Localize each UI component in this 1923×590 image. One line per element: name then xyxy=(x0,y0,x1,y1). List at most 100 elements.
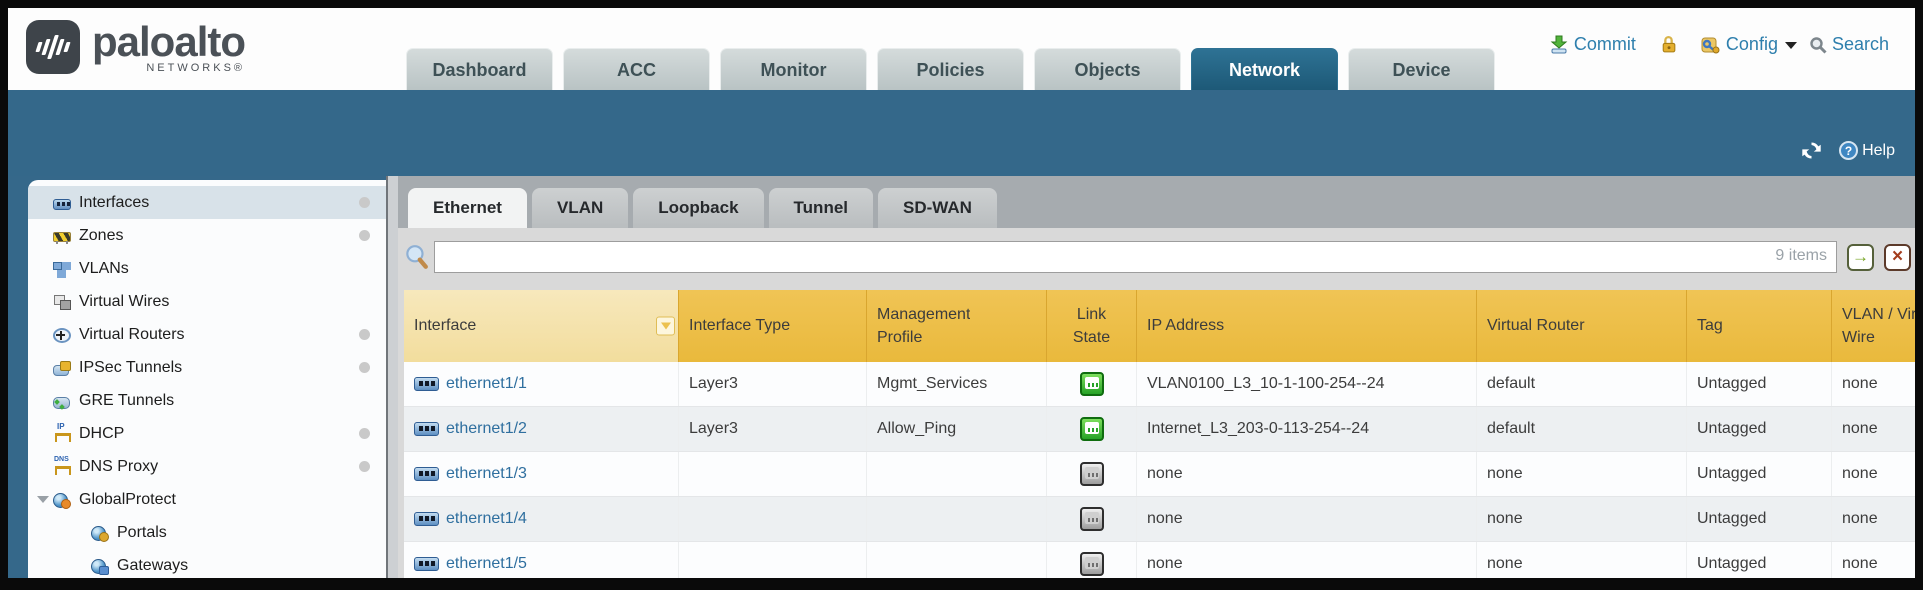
tab-dashboard[interactable]: Dashboard xyxy=(406,48,553,90)
column-header-ip-address[interactable]: IP Address xyxy=(1137,290,1477,362)
ip-address-cell: VLAN0100_L3_10-1-100-254--24 xyxy=(1137,362,1477,406)
interface-type-cell xyxy=(679,452,867,496)
column-header-interface[interactable]: Interface xyxy=(404,290,679,362)
top-actions: Commit Config Search xyxy=(1549,34,1889,55)
sidebar-item-portals[interactable]: Portals xyxy=(28,516,386,549)
column-header-virtual-router[interactable]: Virtual Router xyxy=(1477,290,1687,362)
tab-network[interactable]: Network xyxy=(1191,48,1338,90)
interface-type-cell: Layer3 xyxy=(679,362,867,406)
sidebar-resizer[interactable] xyxy=(386,176,398,578)
commit-button[interactable]: Commit xyxy=(1549,34,1636,55)
dns-proxy-icon xyxy=(53,459,71,475)
search-button[interactable]: Search xyxy=(1809,34,1889,55)
interface-link[interactable]: ethernet1/2 xyxy=(446,420,527,438)
vlans-icon xyxy=(53,261,71,277)
management-profile-cell: Allow_Ping xyxy=(867,407,1047,451)
link-state-cell xyxy=(1047,452,1137,496)
interface-subtabs: EthernetVLANLoopbackTunnelSD-WAN xyxy=(398,176,1915,228)
ip-address-cell: Internet_L3_203-0-113-254--24 xyxy=(1137,407,1477,451)
subtab-sd-wan[interactable]: SD-WAN xyxy=(878,188,997,228)
sidebar-item-dhcp[interactable]: DHCP xyxy=(28,417,386,450)
sidebar-item-gre-tunnels[interactable]: GRE Tunnels xyxy=(28,384,386,417)
subtab-tunnel[interactable]: Tunnel xyxy=(769,188,873,228)
table-row[interactable]: ethernet1/2 Layer3Allow_Ping Internet_L3_2… xyxy=(404,407,1915,452)
sort-dropdown-button[interactable] xyxy=(656,317,675,336)
lock-icon[interactable] xyxy=(1660,35,1677,54)
vlan-wire-cell: none xyxy=(1832,452,1915,496)
link-state-cell xyxy=(1047,542,1137,578)
column-header-label: Interface xyxy=(414,314,476,337)
subtab-ethernet[interactable]: Ethernet xyxy=(408,188,527,228)
interface-cell: ethernet1/5 xyxy=(404,542,679,578)
tab-policies[interactable]: Policies xyxy=(877,48,1024,90)
subtab-vlan[interactable]: VLAN xyxy=(532,188,628,228)
management-profile-cell xyxy=(867,452,1047,496)
search-icon xyxy=(1809,36,1827,54)
tab-monitor[interactable]: Monitor xyxy=(720,48,867,90)
interface-cell: ethernet1/3 xyxy=(404,452,679,496)
column-header-vlan-virtual-wire[interactable]: VLAN / Virtual Wire xyxy=(1832,290,1915,362)
table-header-row: Interface Interface TypeManagement Profil… xyxy=(404,290,1915,362)
interface-cell: ethernet1/2 xyxy=(404,407,679,451)
expander-spacer xyxy=(36,328,50,341)
help-button[interactable]: ? Help xyxy=(1839,141,1895,160)
interface-link[interactable]: ethernet1/5 xyxy=(446,555,527,573)
interface-type-cell: Layer3 xyxy=(679,407,867,451)
tab-objects[interactable]: Objects xyxy=(1034,48,1181,90)
expander-spacer xyxy=(36,295,50,308)
virtual-wires-icon xyxy=(53,294,71,310)
column-header-label: Tag xyxy=(1697,314,1723,337)
link-state-cell xyxy=(1047,497,1137,541)
filter-input[interactable] xyxy=(434,241,1837,273)
interface-link[interactable]: ethernet1/3 xyxy=(446,465,527,483)
sidebar-item-globalprotect[interactable]: GlobalProtect xyxy=(28,483,386,516)
column-header-label: Virtual Router xyxy=(1487,314,1585,337)
commit-label: Commit xyxy=(1574,34,1636,55)
interface-link[interactable]: ethernet1/1 xyxy=(446,375,527,393)
table-row[interactable]: ethernet1/5nonenoneUntaggednone xyxy=(404,542,1915,578)
sort-caret-icon xyxy=(661,323,671,330)
tab-device[interactable]: Device xyxy=(1348,48,1495,90)
sidebar-item-label: VLANs xyxy=(79,260,129,278)
expander-spacer xyxy=(36,427,50,440)
link-down-icon xyxy=(1080,462,1104,486)
sidebar-item-zones[interactable]: Zones xyxy=(28,219,386,252)
sidebar-item-interfaces[interactable]: Interfaces xyxy=(28,186,386,219)
apply-filter-button[interactable]: → xyxy=(1847,244,1874,271)
clear-filter-button[interactable]: × xyxy=(1884,244,1911,271)
refresh-icon[interactable] xyxy=(1800,139,1823,162)
teal-banner: ? Help xyxy=(8,90,1915,176)
tab-acc[interactable]: ACC xyxy=(563,48,710,90)
status-dot xyxy=(359,230,370,241)
table-row[interactable]: ethernet1/1 Layer3Mgmt_Services VLAN0100_L… xyxy=(404,362,1915,407)
tag-cell: Untagged xyxy=(1687,362,1832,406)
sidebar-item-virtual-wires[interactable]: Virtual Wires xyxy=(28,285,386,318)
column-header-label: IP Address xyxy=(1147,314,1224,337)
column-header-tag[interactable]: Tag xyxy=(1687,290,1832,362)
column-header-management-profile[interactable]: Management Profile xyxy=(867,290,1047,362)
sidebar-item-dns-proxy[interactable]: DNS Proxy xyxy=(28,450,386,483)
virtual-router-cell: default xyxy=(1477,362,1687,406)
gateways-icon xyxy=(91,558,109,574)
table-row[interactable]: ethernet1/3nonenoneUntaggednone xyxy=(404,452,1915,497)
interface-cell: ethernet1/4 xyxy=(404,497,679,541)
management-profile-cell xyxy=(867,542,1047,578)
expander-icon[interactable] xyxy=(36,493,50,506)
dhcp-icon xyxy=(53,426,71,442)
table-row[interactable]: ethernet1/4nonenoneUntaggednone xyxy=(404,497,1915,542)
brand-networks-label: NETWORKS® xyxy=(146,62,245,74)
subtab-loopback[interactable]: Loopback xyxy=(633,188,763,228)
sidebar-item-ipsec-tunnels[interactable]: IPSec Tunnels xyxy=(28,351,386,384)
column-header-link-state[interactable]: Link State xyxy=(1047,290,1137,362)
sidebar-item-label: Zones xyxy=(79,227,123,245)
sidebar-item-gateways[interactable]: Gateways xyxy=(28,549,386,578)
sidebar-item-virtual-routers[interactable]: Virtual Routers xyxy=(28,318,386,351)
table-body: ethernet1/1 Layer3Mgmt_Services VLAN0100_L… xyxy=(404,362,1915,578)
column-header-interface-type[interactable]: Interface Type xyxy=(679,290,867,362)
interface-link[interactable]: ethernet1/4 xyxy=(446,510,527,528)
config-menu-button[interactable]: Config xyxy=(1701,34,1801,55)
vlan-wire-cell: none xyxy=(1832,497,1915,541)
status-dot xyxy=(359,428,370,439)
management-profile-cell: Mgmt_Services xyxy=(867,362,1047,406)
sidebar-item-vlans[interactable]: VLANs xyxy=(28,252,386,285)
